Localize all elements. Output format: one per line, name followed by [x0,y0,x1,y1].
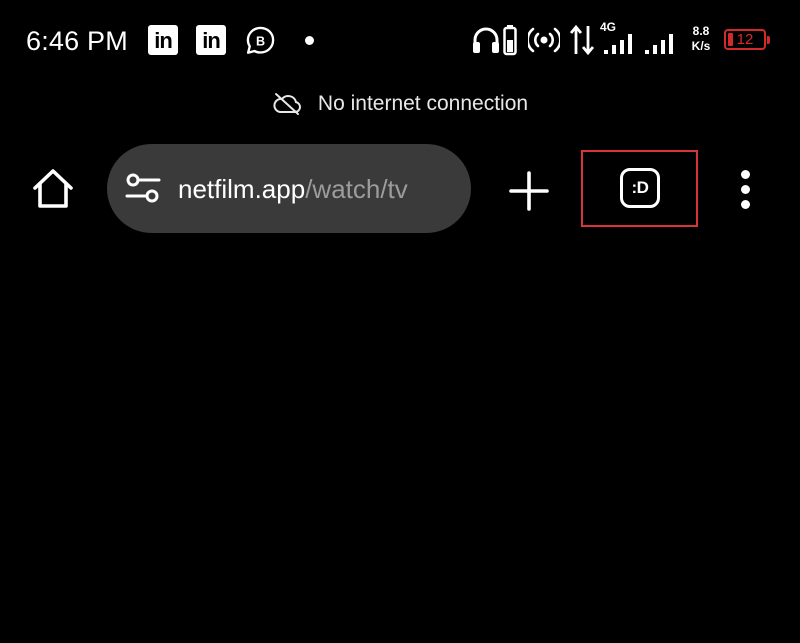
menu-dot [741,200,750,209]
whatsapp-business-icon: B [246,26,275,54]
plus-icon [509,171,549,211]
browser-screen: 6:46 PM in in B 4G 8.8 K/s 12 No interne… [0,0,800,643]
linkedin-icon: in [148,25,178,55]
page-content[interactable] [0,245,800,643]
tab-switcher-label: :D [631,178,649,197]
battery-percent: 12 [736,31,754,48]
browser-toolbar: netfilm.app/watch/tv :D [0,140,800,240]
battery-icon: 12 [724,29,770,50]
menu-dot [741,185,750,194]
offline-banner-content: No internet connection [272,88,528,120]
cloud-off-icon [273,93,301,115]
more-options-button[interactable] [733,168,759,210]
headset-battery-icon [503,25,517,56]
linkedin-icon: in [196,25,226,55]
url-path: /watch/tv [305,174,408,204]
offline-banner: No internet connection [0,88,800,122]
home-button[interactable] [30,166,76,212]
whatsapp-business-label: B [256,34,265,48]
signal-strength-2-icon [645,34,673,54]
tab-switcher-button[interactable]: :D [620,168,660,208]
new-tab-button[interactable] [508,170,550,212]
url-text[interactable]: netfilm.app/watch/tv [178,172,454,206]
address-bar[interactable]: netfilm.app/watch/tv [107,144,471,233]
status-bar: 6:46 PM in in B 4G 8.8 K/s 12 [0,0,800,80]
offline-banner-text: No internet connection [317,92,529,115]
tune-icon [125,173,161,203]
url-host: netfilm.app [178,174,306,204]
menu-dot [741,170,750,179]
network-speed-value: 8.8 [692,24,710,38]
more-notifications-dot-icon [305,36,314,45]
network-speed: 8.8 K/s [686,24,716,54]
network-speed-unit: K/s [691,39,711,53]
site-settings-button[interactable] [125,172,161,204]
status-time: 6:46 PM [26,26,128,56]
home-icon [33,169,73,208]
headphones-icon [473,27,499,53]
data-transfer-icon [569,24,595,56]
hotspot-icon [528,27,560,53]
signal-strength-icon [604,34,632,54]
